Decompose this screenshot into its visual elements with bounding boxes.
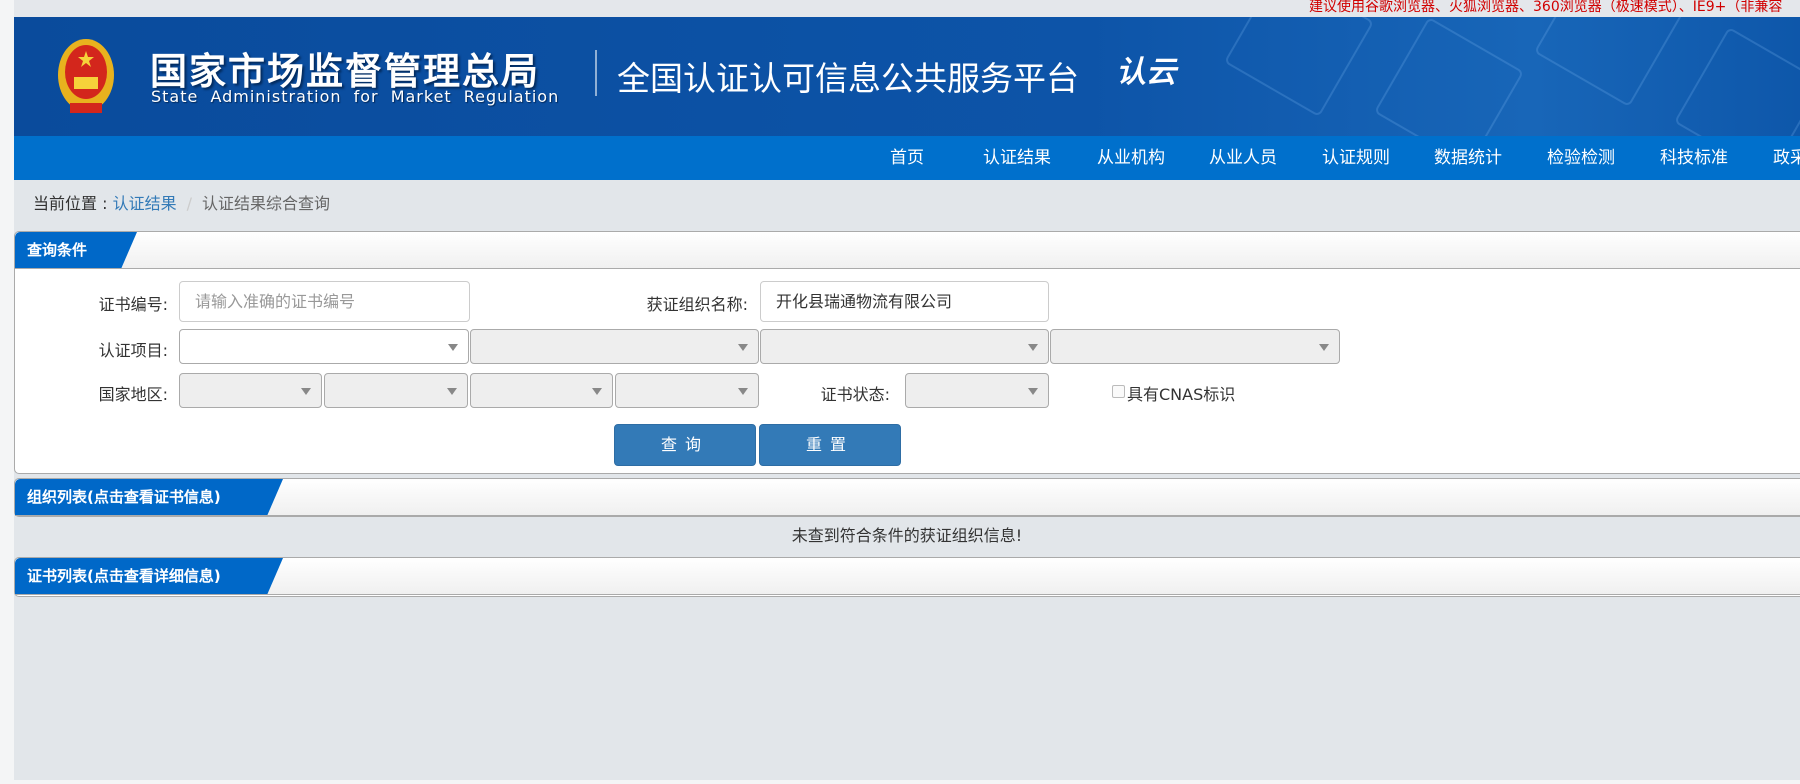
breadcrumb-prefix: 当前位置 : (33, 194, 113, 213)
status-label: 证书状态: (820, 385, 890, 404)
nav-institutions[interactable]: 从业机构 (1097, 136, 1165, 180)
region-label: 国家地区: (98, 385, 168, 404)
project-select-3[interactable] (760, 329, 1049, 364)
header-banner: 国家市场监督管理总局 State Administration for Mark… (14, 17, 1800, 136)
header-divider (595, 50, 597, 96)
chevron-down-icon (448, 344, 458, 351)
nav-statistics[interactable]: 数据统计 (1434, 136, 1502, 180)
nav-procurement[interactable]: 政采 (1773, 136, 1800, 180)
chevron-down-icon (1319, 344, 1329, 351)
status-select[interactable] (905, 373, 1049, 408)
query-panel-title: 查询条件 (15, 232, 137, 269)
browser-tip: 建议使用谷歌浏览器、火狐浏览器、360浏览器（极速模式）、IE9+（非兼容 (1309, 0, 1783, 15)
left-edge (0, 0, 14, 784)
nav-home[interactable]: 首页 (890, 136, 924, 180)
reset-button[interactable]: 重置 (759, 424, 901, 466)
nav-rules[interactable]: 认证规则 (1322, 136, 1390, 180)
breadcrumb: 当前位置 : 认证结果 / 认证结果综合查询 (33, 190, 330, 214)
renyun-logo: 认云 (1116, 55, 1176, 90)
chevron-down-icon (447, 388, 457, 395)
cert-list-header: 证书列表(点击查看详细信息) (15, 558, 1800, 595)
org-name-label: 获证组织名称: (646, 295, 748, 314)
cnas-label: 具有CNAS标识 (1127, 385, 1236, 404)
chevron-down-icon (1028, 344, 1038, 351)
project-select-1[interactable] (179, 329, 469, 364)
cert-no-label: 证书编号: (98, 295, 168, 314)
cert-list-title: 证书列表(点击查看详细信息) (15, 558, 283, 595)
nav-cert-results[interactable]: 认证结果 (983, 136, 1051, 180)
search-button[interactable]: 查询 (614, 424, 756, 466)
nav-standards[interactable]: 科技标准 (1660, 136, 1728, 180)
org-name-input[interactable]: 开化县瑞通物流有限公司 (760, 281, 1049, 322)
breadcrumb-link[interactable]: 认证结果 (113, 194, 177, 213)
nav-testing[interactable]: 检验检测 (1547, 136, 1615, 180)
org-list-panel: 组织列表(点击查看证书信息) (14, 478, 1800, 517)
national-emblem-icon (58, 39, 114, 113)
region-select-3[interactable] (470, 373, 613, 408)
platform-title: 全国认证认可信息公共服务平台 (617, 59, 1079, 98)
nav-personnel[interactable]: 从业人员 (1209, 136, 1277, 180)
chevron-down-icon (592, 388, 602, 395)
query-panel-header: 查询条件 (15, 232, 1800, 269)
cert-list-panel: 证书列表(点击查看详细信息) (14, 557, 1800, 597)
chevron-down-icon (301, 388, 311, 395)
project-select-4[interactable] (1050, 329, 1340, 364)
project-label: 认证项目: (98, 341, 168, 360)
cert-no-input[interactable]: 请输入准确的证书编号 (179, 281, 470, 322)
org-name-en: State Administration for Market Regulati… (151, 87, 560, 106)
breadcrumb-separator: / (186, 194, 192, 213)
org-list-title: 组织列表(点击查看证书信息) (15, 479, 283, 516)
breadcrumb-current: 认证结果综合查询 (201, 194, 330, 213)
chevron-down-icon (1028, 388, 1038, 395)
region-select-1[interactable] (179, 373, 322, 408)
region-select-4[interactable] (615, 373, 759, 408)
bottom-edge (14, 780, 1800, 784)
project-select-2[interactable] (470, 329, 759, 364)
org-list-header: 组织列表(点击查看证书信息) (15, 479, 1800, 516)
chevron-down-icon (738, 388, 748, 395)
top-notice-bar: 建议使用谷歌浏览器、火狐浏览器、360浏览器（极速模式）、IE9+（非兼容 (14, 0, 1800, 17)
region-select-2[interactable] (324, 373, 468, 408)
empty-org-message: 未查到符合条件的获证组织信息! (14, 517, 1800, 555)
cnas-checkbox[interactable] (1112, 385, 1125, 398)
main-nav: 首页 认证结果 从业机构 从业人员 认证规则 数据统计 检验检测 科技标准 政采 (14, 136, 1800, 180)
chevron-down-icon (738, 344, 748, 351)
